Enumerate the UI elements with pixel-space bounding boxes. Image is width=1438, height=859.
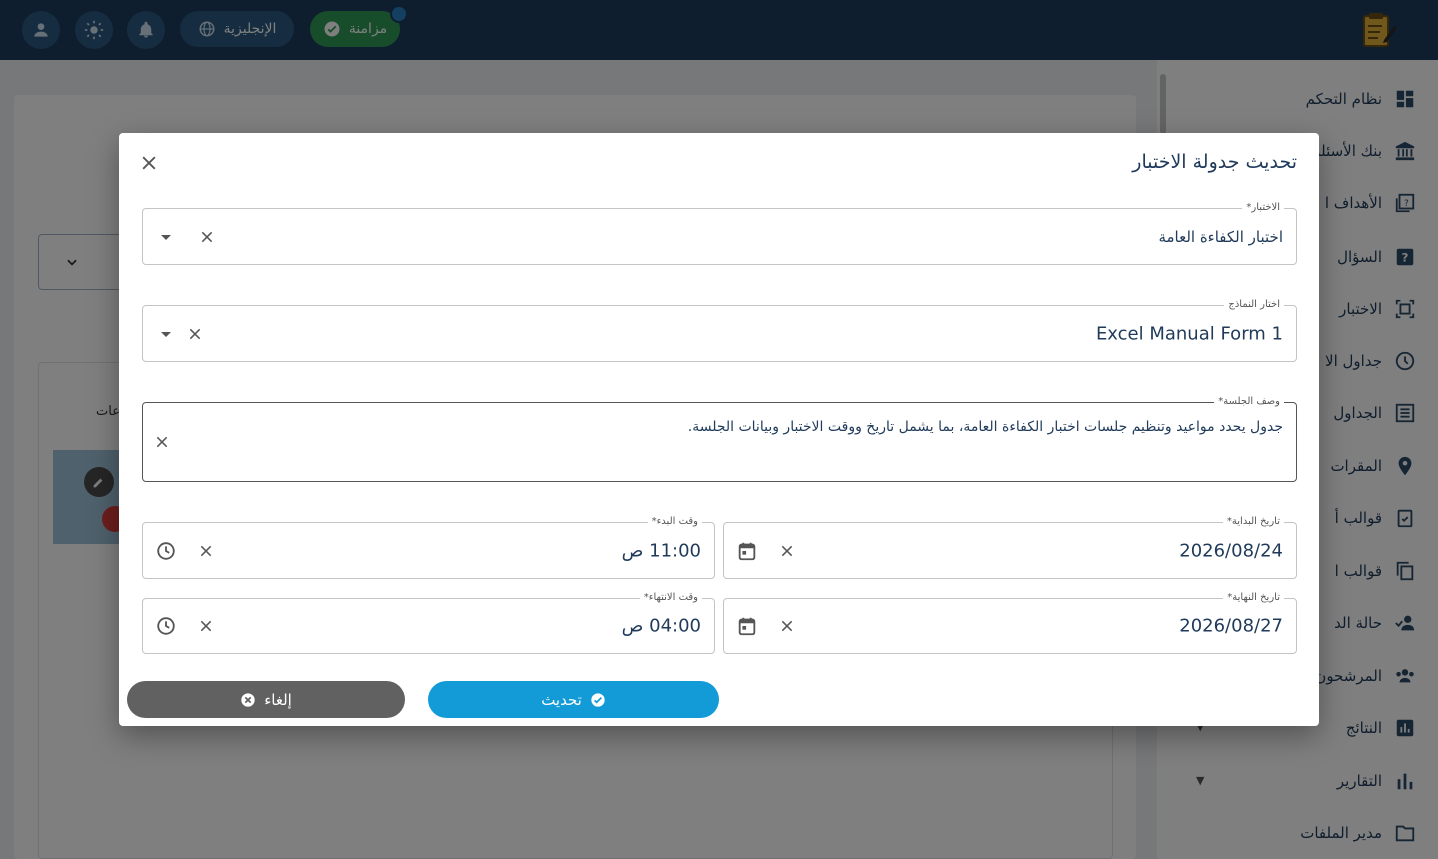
clear-icon[interactable] xyxy=(199,619,213,633)
clear-icon[interactable] xyxy=(155,435,169,449)
end-time-field[interactable]: وقت الانتهاء* 04:00 ص xyxy=(142,591,715,654)
dialog-title: تحديث جدولة الاختبار xyxy=(1132,151,1297,173)
clock-icon[interactable] xyxy=(155,615,177,637)
clear-icon[interactable] xyxy=(200,230,214,244)
clear-icon[interactable] xyxy=(780,619,794,633)
description-label: وصف الجلسة* xyxy=(1214,395,1284,409)
calendar-icon[interactable] xyxy=(736,540,758,562)
end-time-value: 04:00 ص xyxy=(621,615,701,637)
start-time-value: 11:00 ص xyxy=(621,540,701,561)
description-value: جدول يحدد مواعيد وتنظيم جلسات اختبار الك… xyxy=(687,419,1283,435)
session-description-field[interactable]: وصف الجلسة* جدول يحدد مواعيد وتنظيم جلسا… xyxy=(142,395,1297,482)
close-icon[interactable] xyxy=(139,153,159,173)
cancel-button[interactable]: إلغاء xyxy=(127,681,405,718)
form-label: اختار النماذج xyxy=(1224,298,1284,312)
form-value: Excel Manual Form 1 xyxy=(1095,323,1283,344)
clock-icon[interactable] xyxy=(155,540,177,562)
calendar-icon[interactable] xyxy=(736,615,758,637)
update-button[interactable]: تحديث xyxy=(428,681,719,718)
clear-icon[interactable] xyxy=(199,544,213,558)
end-date-value: 2026/08/27 xyxy=(1179,615,1283,637)
exam-label: الاختبار* xyxy=(1242,201,1284,215)
check-circle-icon xyxy=(591,692,605,707)
start-date-field[interactable]: تاريخ البداية* 2026/08/24 xyxy=(723,515,1297,579)
update-label: تحديث xyxy=(541,690,582,709)
start-time-label: وقت البدء* xyxy=(647,515,702,529)
end-time-label: وقت الانتهاء* xyxy=(639,591,702,605)
start-date-value: 2026/08/24 xyxy=(1179,540,1283,561)
end-date-label: تاريخ النهاية* xyxy=(1223,591,1284,605)
dropdown-arrow-icon[interactable] xyxy=(161,234,171,240)
dropdown-arrow-icon[interactable] xyxy=(161,331,171,337)
exam-value: اختبار الكفاءة العامة xyxy=(1158,227,1283,246)
cancel-circle-icon xyxy=(241,692,255,707)
end-date-field[interactable]: تاريخ النهاية* 2026/08/27 xyxy=(723,591,1297,654)
start-date-label: تاريخ البداية* xyxy=(1222,515,1284,529)
cancel-label: إلغاء xyxy=(264,690,292,709)
exam-select[interactable]: الاختبار* اختبار الكفاءة العامة xyxy=(142,201,1297,265)
update-schedule-dialog: تحديث جدولة الاختبار الاختبار* اختبار ال… xyxy=(119,133,1319,726)
start-time-field[interactable]: وقت البدء* 11:00 ص xyxy=(142,515,715,579)
clear-icon[interactable] xyxy=(780,544,794,558)
clear-icon[interactable] xyxy=(188,327,202,341)
form-select[interactable]: اختار النماذج Excel Manual Form 1 xyxy=(142,298,1297,362)
